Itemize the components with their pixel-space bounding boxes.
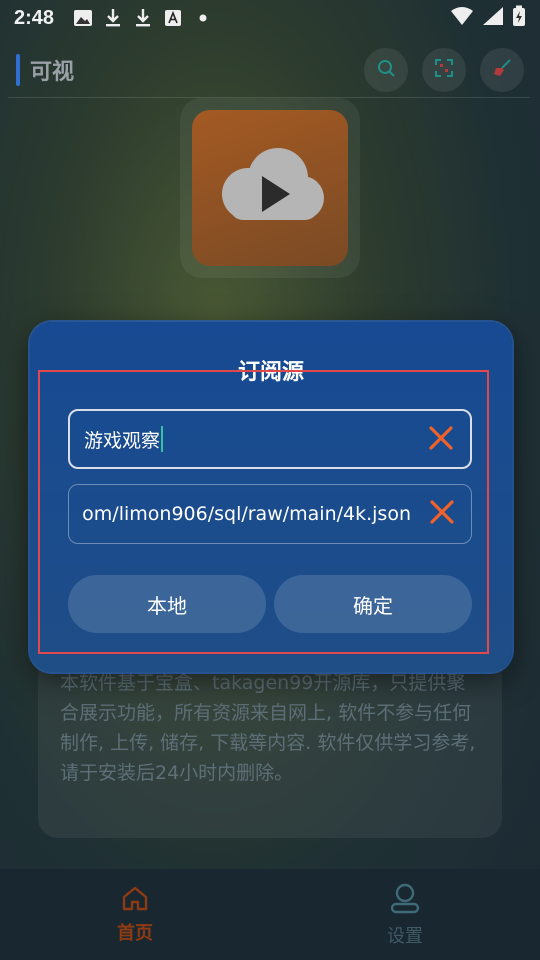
title-accent <box>16 54 20 86</box>
nav-label-home: 首页 <box>117 922 153 944</box>
wifi-icon <box>450 6 474 31</box>
home-icon <box>121 885 149 915</box>
user-icon <box>389 882 421 918</box>
topbar-actions <box>364 48 524 92</box>
dot-icon <box>188 6 218 30</box>
signal-icon <box>482 6 504 31</box>
nav-item-home[interactable]: 首页 <box>0 869 270 960</box>
battery-charging-icon <box>512 5 526 32</box>
search-icon <box>376 58 396 82</box>
font-icon <box>158 6 188 30</box>
top-app-bar: 可视 <box>0 42 540 98</box>
about-description: 本软件基于宝盒、takagen99开源库，只提供聚合展示功能，所有资源来自网上,… <box>60 672 476 784</box>
app-logo-container <box>180 98 360 278</box>
status-time: 2:48 <box>14 6 55 29</box>
scan-button[interactable] <box>422 48 466 92</box>
cloud-play-icon <box>210 136 330 240</box>
clean-icon <box>492 58 512 82</box>
image-icon <box>68 6 98 30</box>
nav-label-settings: 设置 <box>387 925 423 947</box>
scan-icon <box>434 58 454 82</box>
app-title: 可视 <box>30 60 75 85</box>
highlight-frame <box>38 370 489 654</box>
status-bar: 2:48 <box>0 0 540 36</box>
search-button[interactable] <box>364 48 408 92</box>
bottom-navigation: 首页 设置 <box>0 869 540 960</box>
nav-item-settings[interactable]: 设置 <box>270 869 540 960</box>
download-icon <box>128 6 158 30</box>
download-icon <box>98 6 128 30</box>
app-logo <box>192 110 348 266</box>
clean-button[interactable] <box>480 48 524 92</box>
